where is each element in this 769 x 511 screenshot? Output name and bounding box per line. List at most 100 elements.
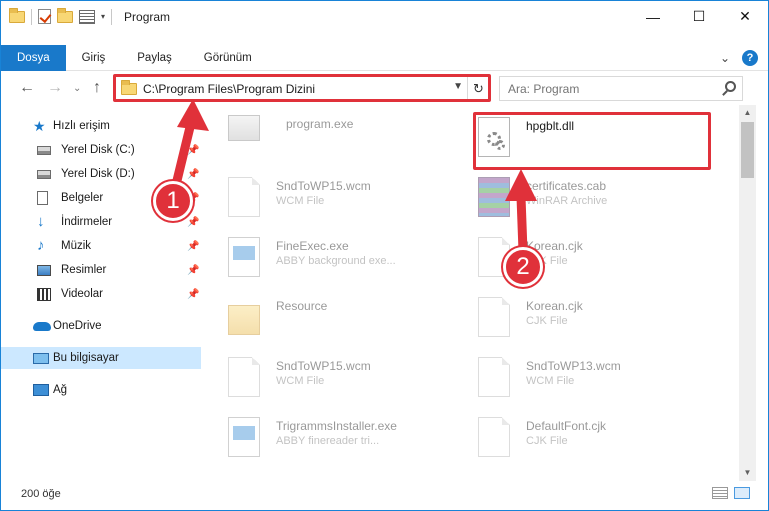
file-item[interactable]: SndToWP15.wcm WCM File (206, 347, 446, 403)
sidebar-item-network[interactable]: Ağ (1, 379, 201, 401)
file-name: Resource (276, 299, 328, 313)
file-item[interactable]: SndToWP13.wcm WCM File (456, 347, 696, 403)
recent-locations-button[interactable]: ⌄ (73, 83, 81, 94)
file-icon (478, 297, 510, 337)
file-name: SndToWP15.wcm (276, 179, 371, 193)
toolbar-divider (111, 8, 113, 25)
status-bar: 200 öğe (1, 483, 768, 505)
computer-icon (33, 352, 49, 364)
music-icon: ♪ (37, 237, 45, 254)
folder-icon (228, 305, 260, 335)
sidebar-item-label: Belgeler (61, 192, 104, 204)
window-controls: — ☐ ✕ (630, 1, 768, 32)
sidebar-item-this-pc[interactable]: Bu bilgisayar (1, 347, 201, 369)
file-item[interactable]: Korean.cjk CJK File (456, 287, 696, 343)
chevron-down-icon[interactable]: ▾ (101, 12, 105, 21)
search-icon[interactable] (725, 81, 736, 92)
sidebar-item-music[interactable]: ♪ Müzik 📌 (1, 235, 201, 257)
network-icon (33, 384, 49, 396)
sidebar-item-label: İndirmeler (61, 216, 113, 228)
file-name: SndToWP13.wcm (526, 359, 621, 373)
new-folder-icon[interactable] (57, 7, 73, 23)
search-input[interactable] (508, 81, 718, 96)
file-name: TrigrammsInstaller.exe (276, 419, 397, 433)
file-item[interactable]: Resource (206, 287, 446, 343)
chevron-down-icon[interactable]: ▼ (453, 81, 463, 92)
large-icons-view-icon[interactable] (734, 487, 750, 499)
file-item[interactable]: DefaultFont.cjk CJK File (456, 407, 696, 463)
navigation-bar: ← → ⌄ ↑ C:\Program Files\Program Dizini … (1, 74, 768, 103)
sidebar-item-videos[interactable]: Videolar 📌 (1, 283, 201, 305)
scroll-thumb[interactable] (741, 122, 754, 178)
download-icon: ↓ (37, 213, 45, 230)
videos-icon (37, 287, 51, 301)
close-button[interactable]: ✕ (722, 1, 768, 32)
file-type: CJK File (526, 435, 568, 447)
file-icon (228, 177, 260, 217)
tab-view[interactable]: Görünüm (188, 45, 268, 71)
forward-button[interactable]: → (47, 79, 63, 97)
maximize-button[interactable]: ☐ (676, 1, 722, 32)
sidebar-item-label: Hızlı erişim (53, 120, 110, 132)
tab-share[interactable]: Paylaş (121, 45, 188, 71)
refresh-button[interactable]: ↻ (467, 77, 489, 100)
file-name: SndToWP15.wcm (276, 359, 371, 373)
back-button[interactable]: ← (19, 79, 35, 97)
up-button[interactable]: ↑ (93, 79, 101, 97)
view-toggle (712, 487, 750, 499)
cloud-icon (33, 321, 51, 331)
tab-home[interactable]: Giriş (66, 45, 122, 71)
pin-icon[interactable]: 📌 (187, 241, 199, 252)
file-type: WCM File (526, 375, 575, 387)
sidebar-item-label: Videolar (61, 288, 103, 300)
file-name: Korean.cjk (526, 299, 583, 313)
tab-file[interactable]: Dosya (1, 44, 66, 71)
step-badge-1: 1 (153, 181, 193, 221)
sidebar-item-pictures[interactable]: Resimler 📌 (1, 259, 201, 281)
ribbon-right-controls: ⌄ ? (720, 50, 758, 66)
file-item[interactable]: Korean.cjk CJK File (456, 227, 696, 283)
address-path[interactable]: C:\Program Files\Program Dizini (143, 82, 315, 96)
window-title: Program (124, 9, 171, 24)
scroll-down-arrow[interactable]: ▼ (739, 465, 756, 481)
ribbon-tabs: Dosya Giriş Paylaş Görünüm ⌄ ? (1, 44, 768, 71)
vertical-scrollbar[interactable]: ▲ ▼ (739, 105, 756, 481)
dll-highlight-box (473, 112, 711, 170)
customize-icon[interactable] (79, 9, 95, 24)
file-item[interactable]: FineExec.exe ABBY background exe... (206, 227, 446, 283)
details-view-icon[interactable] (712, 487, 728, 499)
file-type: WCM File (276, 375, 325, 387)
minimize-button[interactable]: — (630, 1, 676, 32)
pin-icon[interactable]: 📌 (187, 265, 199, 276)
file-item[interactable]: SndToWP15.wcm WCM File (206, 167, 446, 223)
sidebar-item-label: Resimler (61, 264, 107, 276)
expand-ribbon-icon[interactable]: ⌄ (720, 51, 730, 65)
sidebar-item-label: OneDrive (53, 320, 102, 332)
folder-icon (121, 79, 137, 95)
help-icon[interactable]: ? (742, 50, 758, 66)
toolbar-divider (31, 8, 32, 25)
scroll-up-arrow[interactable]: ▲ (739, 105, 756, 121)
properties-check-icon[interactable] (38, 9, 51, 24)
file-type: WCM File (276, 195, 325, 207)
pictures-icon (37, 264, 51, 276)
file-name: DefaultFont.cjk (526, 419, 607, 433)
disk-icon (37, 145, 51, 155)
title-bar: ▾ Program — ☐ ✕ (1, 1, 768, 32)
sidebar-item-label: Yerel Disk (C:) (61, 144, 135, 156)
file-item[interactable]: program.exe (206, 105, 446, 161)
sidebar-item-label: Bu bilgisayar (53, 352, 119, 364)
file-name: program.exe (286, 117, 354, 131)
file-item[interactable]: TrigrammsInstaller.exe ABBY finereader t… (206, 407, 446, 463)
file-type: CJK File (526, 315, 568, 327)
search-box[interactable] (499, 76, 743, 101)
item-count: 200 öğe (21, 488, 61, 500)
file-type: ABBY finereader tri... (276, 435, 380, 447)
pin-icon[interactable]: 📌 (187, 289, 199, 300)
file-item[interactable]: certificates.cab WinRAR Archive (456, 167, 696, 223)
file-icon (478, 417, 510, 457)
exe-icon (228, 115, 260, 141)
sidebar-item-onedrive[interactable]: OneDrive (1, 315, 201, 337)
folder-icon[interactable] (9, 7, 25, 23)
sidebar-item-label: Yerel Disk (D:) (61, 168, 135, 180)
